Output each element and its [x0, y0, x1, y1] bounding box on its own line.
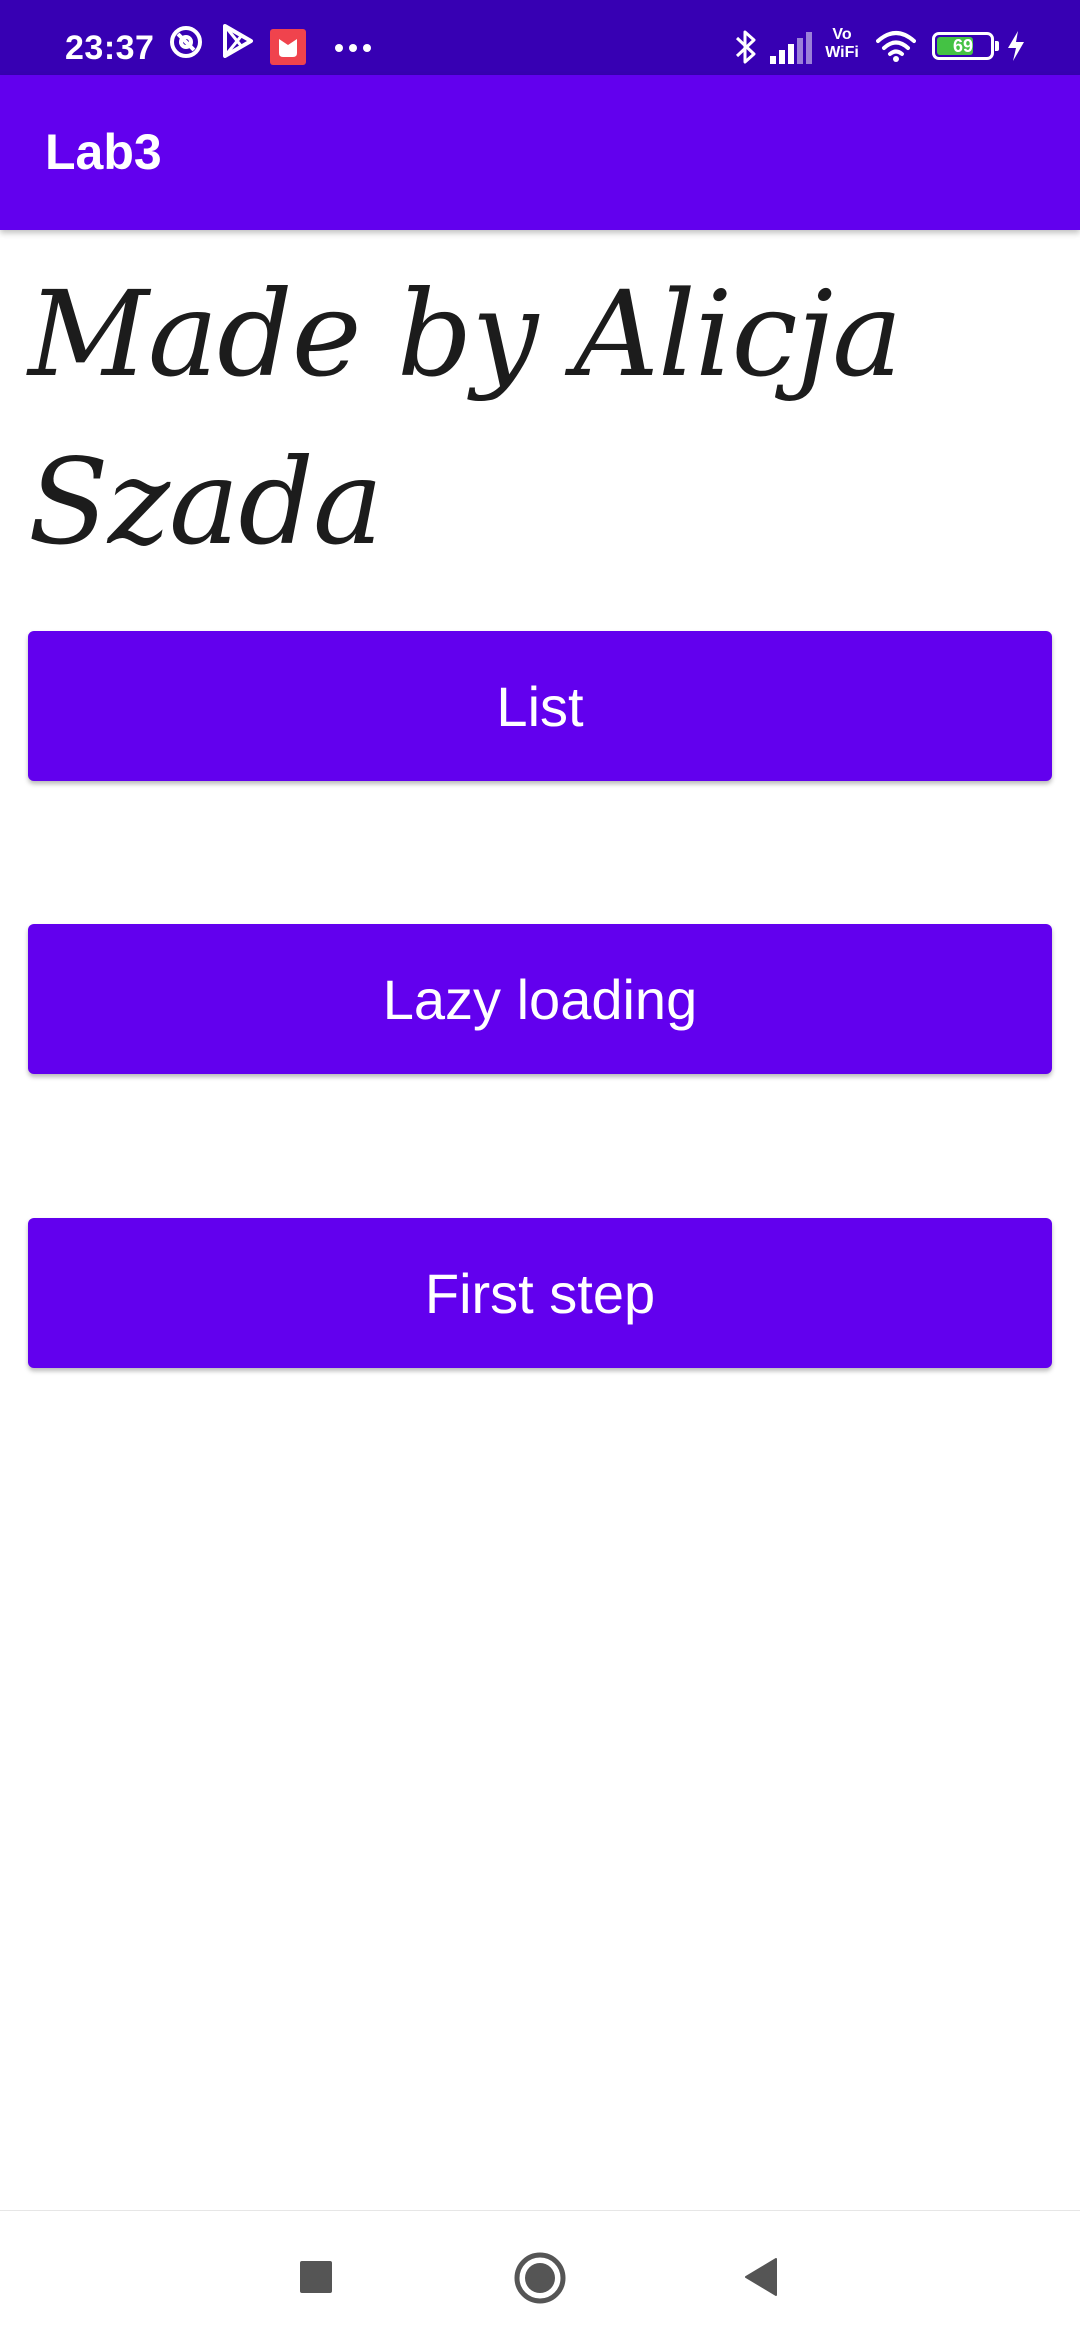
- first-step-button[interactable]: First step: [28, 1218, 1052, 1368]
- credit-line-1: Made by Alicja: [28, 265, 902, 403]
- battery-icon: 69: [932, 32, 999, 60]
- home-icon[interactable]: [513, 2251, 567, 2310]
- app-title: Lab3: [45, 124, 162, 180]
- app-bar: Lab3: [0, 75, 1080, 230]
- at-sign-icon: [168, 24, 204, 65]
- status-time: 23:37: [65, 29, 155, 67]
- recents-icon[interactable]: [294, 2255, 338, 2304]
- status-bar: 23:37 Vo WiFi 69: [0, 0, 1080, 75]
- bluetooth-icon: [734, 28, 758, 71]
- back-icon[interactable]: [740, 2255, 784, 2304]
- navigation-bar: [0, 2210, 1080, 2341]
- signal-icon: [770, 32, 812, 69]
- play-store-icon: [222, 24, 254, 63]
- more-notifications-icon: [334, 40, 372, 58]
- wifi-icon: [876, 30, 916, 67]
- credit-text: Made by Alicja Szada: [28, 250, 1028, 586]
- lazy-loading-button[interactable]: Lazy loading: [28, 924, 1052, 1074]
- charging-icon: [1006, 30, 1026, 67]
- vowifi-label: Vo WiFi: [825, 26, 859, 61]
- credit-line-2: Szada: [28, 433, 383, 571]
- list-button[interactable]: List: [28, 631, 1052, 781]
- app-notification-icon: [270, 29, 306, 70]
- battery-level: 69: [952, 36, 974, 56]
